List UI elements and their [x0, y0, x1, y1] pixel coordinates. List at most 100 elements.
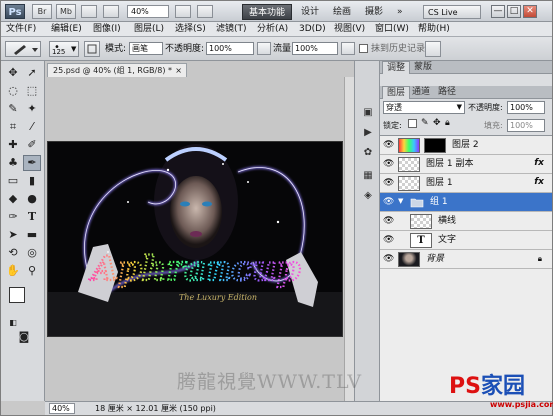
expand-triangle-icon[interactable]: ▼ — [398, 197, 403, 205]
flow-input[interactable]: 100% — [292, 42, 338, 55]
document-tab[interactable]: 25.psd @ 40% (组 1, RGB/8) * × — [47, 63, 187, 77]
healing-brush-icon[interactable]: ✚ — [4, 137, 22, 153]
workspace-more-button[interactable]: » — [397, 4, 403, 20]
tab-channels[interactable]: 通道 — [408, 86, 434, 99]
cs-live-button[interactable]: CS Live — [423, 5, 481, 19]
menu-help[interactable]: 帮助(H) — [418, 23, 450, 36]
layer-row[interactable]: 👁︎ 横线 — [380, 212, 552, 231]
minimize-button[interactable]: — — [491, 5, 505, 18]
fill-input[interactable]: 100% — [507, 119, 545, 132]
tab-layers[interactable]: 图层 — [382, 86, 411, 99]
eye-icon[interactable]: 👁︎ — [383, 159, 394, 169]
eye-icon[interactable]: 👁︎ — [383, 235, 394, 245]
hand-view-button[interactable] — [103, 5, 119, 18]
close-button[interactable]: ✕ — [523, 5, 537, 18]
eye-icon[interactable]: 👁︎ — [383, 178, 394, 188]
opacity-input[interactable]: 100% — [206, 42, 254, 55]
quick-mask-icon[interactable]: ◙ — [15, 329, 33, 345]
mode-select[interactable]: 画笔 — [129, 42, 163, 55]
brush-presets-icon[interactable]: ✿ — [361, 146, 375, 160]
workspace-painting[interactable]: 绘画 — [333, 4, 351, 20]
workspace-photography[interactable]: 摄影 — [365, 4, 383, 20]
maximize-button[interactable]: □ — [507, 5, 521, 18]
styles-panel-icon[interactable]: ◈ — [361, 189, 375, 203]
airbrush-button[interactable] — [341, 42, 355, 55]
3d-rotate-icon[interactable]: ⟲ — [4, 245, 22, 261]
brush-tool-icon[interactable]: ✐ — [23, 137, 41, 153]
opacity-pressure-button[interactable] — [257, 42, 271, 55]
marquee-tool-icon[interactable]: ⬚ — [23, 83, 41, 99]
layer-opacity-input[interactable]: 100% — [507, 101, 545, 114]
menu-3d[interactable]: 3D(D) — [299, 23, 326, 36]
pen-tool-icon[interactable]: ✑ — [4, 209, 22, 225]
lock-position-icon[interactable]: ✥ — [433, 118, 441, 128]
blend-mode-select[interactable]: 穿透 ▼ — [383, 101, 465, 114]
eye-icon[interactable]: 👁︎ — [383, 254, 394, 264]
tab-paths[interactable]: 路径 — [434, 86, 460, 99]
layer-row[interactable]: 👁︎ 图层 1 副本 fx — [380, 155, 552, 174]
move-tool-icon[interactable]: ✥ — [4, 65, 22, 81]
zoom-level-select[interactable]: 40% — [127, 5, 169, 18]
layer-effects-icon[interactable]: fx — [534, 177, 544, 187]
layer-row[interactable]: 👁︎ 图层 1 fx — [380, 174, 552, 193]
actions-panel-icon[interactable]: ▶ — [361, 126, 375, 140]
erase-history-checkbox[interactable] — [359, 44, 368, 53]
menu-window[interactable]: 窗口(W) — [375, 23, 409, 36]
screen-mode-button[interactable] — [197, 5, 213, 18]
foreground-color-swatch[interactable] — [9, 287, 25, 303]
menu-filter[interactable]: 滤镜(T) — [216, 23, 247, 36]
pressure-size-button[interactable] — [425, 41, 441, 57]
clone-stamp-icon[interactable]: ♣ — [4, 155, 22, 171]
lock-transparency-icon[interactable] — [408, 119, 417, 128]
arrange-documents-button[interactable] — [175, 5, 191, 18]
blur-tool-icon[interactable]: ◆ — [4, 191, 22, 207]
shape-tool-icon[interactable]: ▬ — [23, 227, 41, 243]
history-brush-icon[interactable]: ✒ — [23, 155, 41, 171]
menu-image[interactable]: 图像(I) — [93, 23, 121, 36]
swatches-panel-icon[interactable]: ▦ — [361, 169, 375, 183]
zoom-tool-icon[interactable]: ⚲ — [23, 263, 41, 279]
lock-pixels-icon[interactable]: ✎ — [421, 118, 429, 128]
history-panel-icon[interactable]: ▣ — [361, 106, 375, 120]
workspace-essentials[interactable]: 基本功能 — [242, 4, 292, 20]
gradient-tool-icon[interactable]: ▮ — [23, 173, 41, 189]
menu-select[interactable]: 选择(S) — [175, 23, 206, 36]
layer-row[interactable]: 👁︎ 背景 🔒︎ — [380, 250, 552, 269]
layer-row[interactable]: 👁︎ 图层 2 — [380, 136, 552, 155]
brush-picker[interactable]: • 125 ▼ — [49, 41, 79, 57]
eraser-tool-icon[interactable]: ▭ — [4, 173, 22, 189]
layer-effects-icon[interactable]: fx — [534, 158, 544, 168]
vertical-scrollbar[interactable] — [344, 77, 354, 401]
bridge-button[interactable]: Br — [32, 4, 52, 19]
menu-edit[interactable]: 编辑(E) — [51, 23, 82, 36]
tab-masks[interactable]: 蒙版 — [410, 61, 436, 74]
layer-row[interactable]: 👁︎ T 文字 — [380, 231, 552, 250]
eyedropper-tool-icon[interactable]: ⁄ — [23, 119, 41, 135]
crop-tool-icon[interactable]: ⌗ — [4, 119, 22, 135]
lock-all-icon[interactable]: 🔒︎ — [445, 118, 450, 128]
quick-select-icon[interactable]: ✎ — [4, 101, 22, 117]
workspace-design[interactable]: 设计 — [301, 4, 319, 20]
tool-preset-picker[interactable] — [5, 41, 41, 57]
eye-icon[interactable]: 👁︎ — [383, 197, 394, 207]
menu-view[interactable]: 视图(V) — [334, 23, 365, 36]
minibridge-button[interactable]: Mb — [56, 4, 76, 19]
image-canvas[interactable]: Aphrancup The Luxury Edition — [47, 141, 343, 337]
menu-file[interactable]: 文件(F) — [6, 23, 36, 36]
menu-analysis[interactable]: 分析(A) — [257, 23, 288, 36]
menu-layer[interactable]: 图层(L) — [134, 23, 164, 36]
dodge-tool-icon[interactable]: ● — [23, 191, 41, 207]
type-tool-icon[interactable]: T — [23, 209, 41, 225]
view-extras-button[interactable] — [81, 5, 97, 18]
move-arrow-icon[interactable]: ➚ — [23, 65, 41, 81]
eye-icon[interactable]: 👁︎ — [383, 140, 394, 150]
magic-wand-icon[interactable]: ✦ — [23, 101, 41, 117]
eye-icon[interactable]: 👁︎ — [383, 216, 394, 226]
brush-panel-toggle[interactable] — [84, 41, 100, 57]
hand-tool-icon[interactable]: ✋ — [4, 263, 22, 279]
close-icon[interactable]: × — [175, 64, 182, 77]
lasso-tool-icon[interactable]: ◌ — [4, 83, 22, 99]
3d-camera-icon[interactable]: ◎ — [23, 245, 41, 261]
status-zoom-input[interactable]: 40% — [49, 403, 75, 414]
tab-adjustments[interactable]: 调整 — [382, 61, 411, 74]
